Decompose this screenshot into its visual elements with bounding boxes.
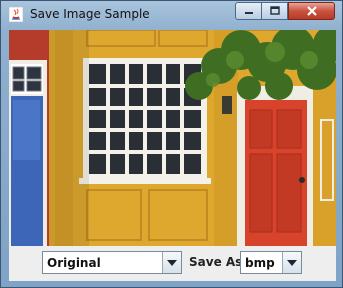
close-button[interactable] bbox=[288, 2, 335, 20]
close-icon bbox=[306, 6, 317, 16]
maximize-button[interactable] bbox=[261, 2, 288, 20]
file-type-select-dropdown-button[interactable] bbox=[282, 252, 301, 273]
save-as-label: Save As bbox=[189, 255, 243, 269]
maximize-icon bbox=[269, 6, 280, 15]
file-type-select[interactable]: bmp bbox=[240, 251, 302, 274]
format-select[interactable]: Original bbox=[42, 251, 182, 274]
file-type-select-value: bmp bbox=[245, 256, 275, 270]
minimize-icon bbox=[244, 12, 253, 14]
window-title: Save Image Sample bbox=[30, 7, 150, 21]
controls-bar: Original Save As bmp bbox=[9, 246, 336, 281]
chevron-down-icon bbox=[167, 259, 177, 266]
minimize-button[interactable] bbox=[235, 2, 262, 20]
format-select-dropdown-button[interactable] bbox=[162, 252, 181, 273]
format-select-value: Original bbox=[47, 256, 101, 270]
app-window: Save Image Sample Original Save As bmp bbox=[0, 0, 343, 288]
java-icon bbox=[9, 7, 23, 22]
sample-image bbox=[9, 30, 336, 246]
client-area: Original Save As bmp bbox=[9, 30, 336, 281]
chevron-down-icon bbox=[287, 259, 297, 266]
title-bar[interactable]: Save Image Sample bbox=[1, 1, 342, 30]
